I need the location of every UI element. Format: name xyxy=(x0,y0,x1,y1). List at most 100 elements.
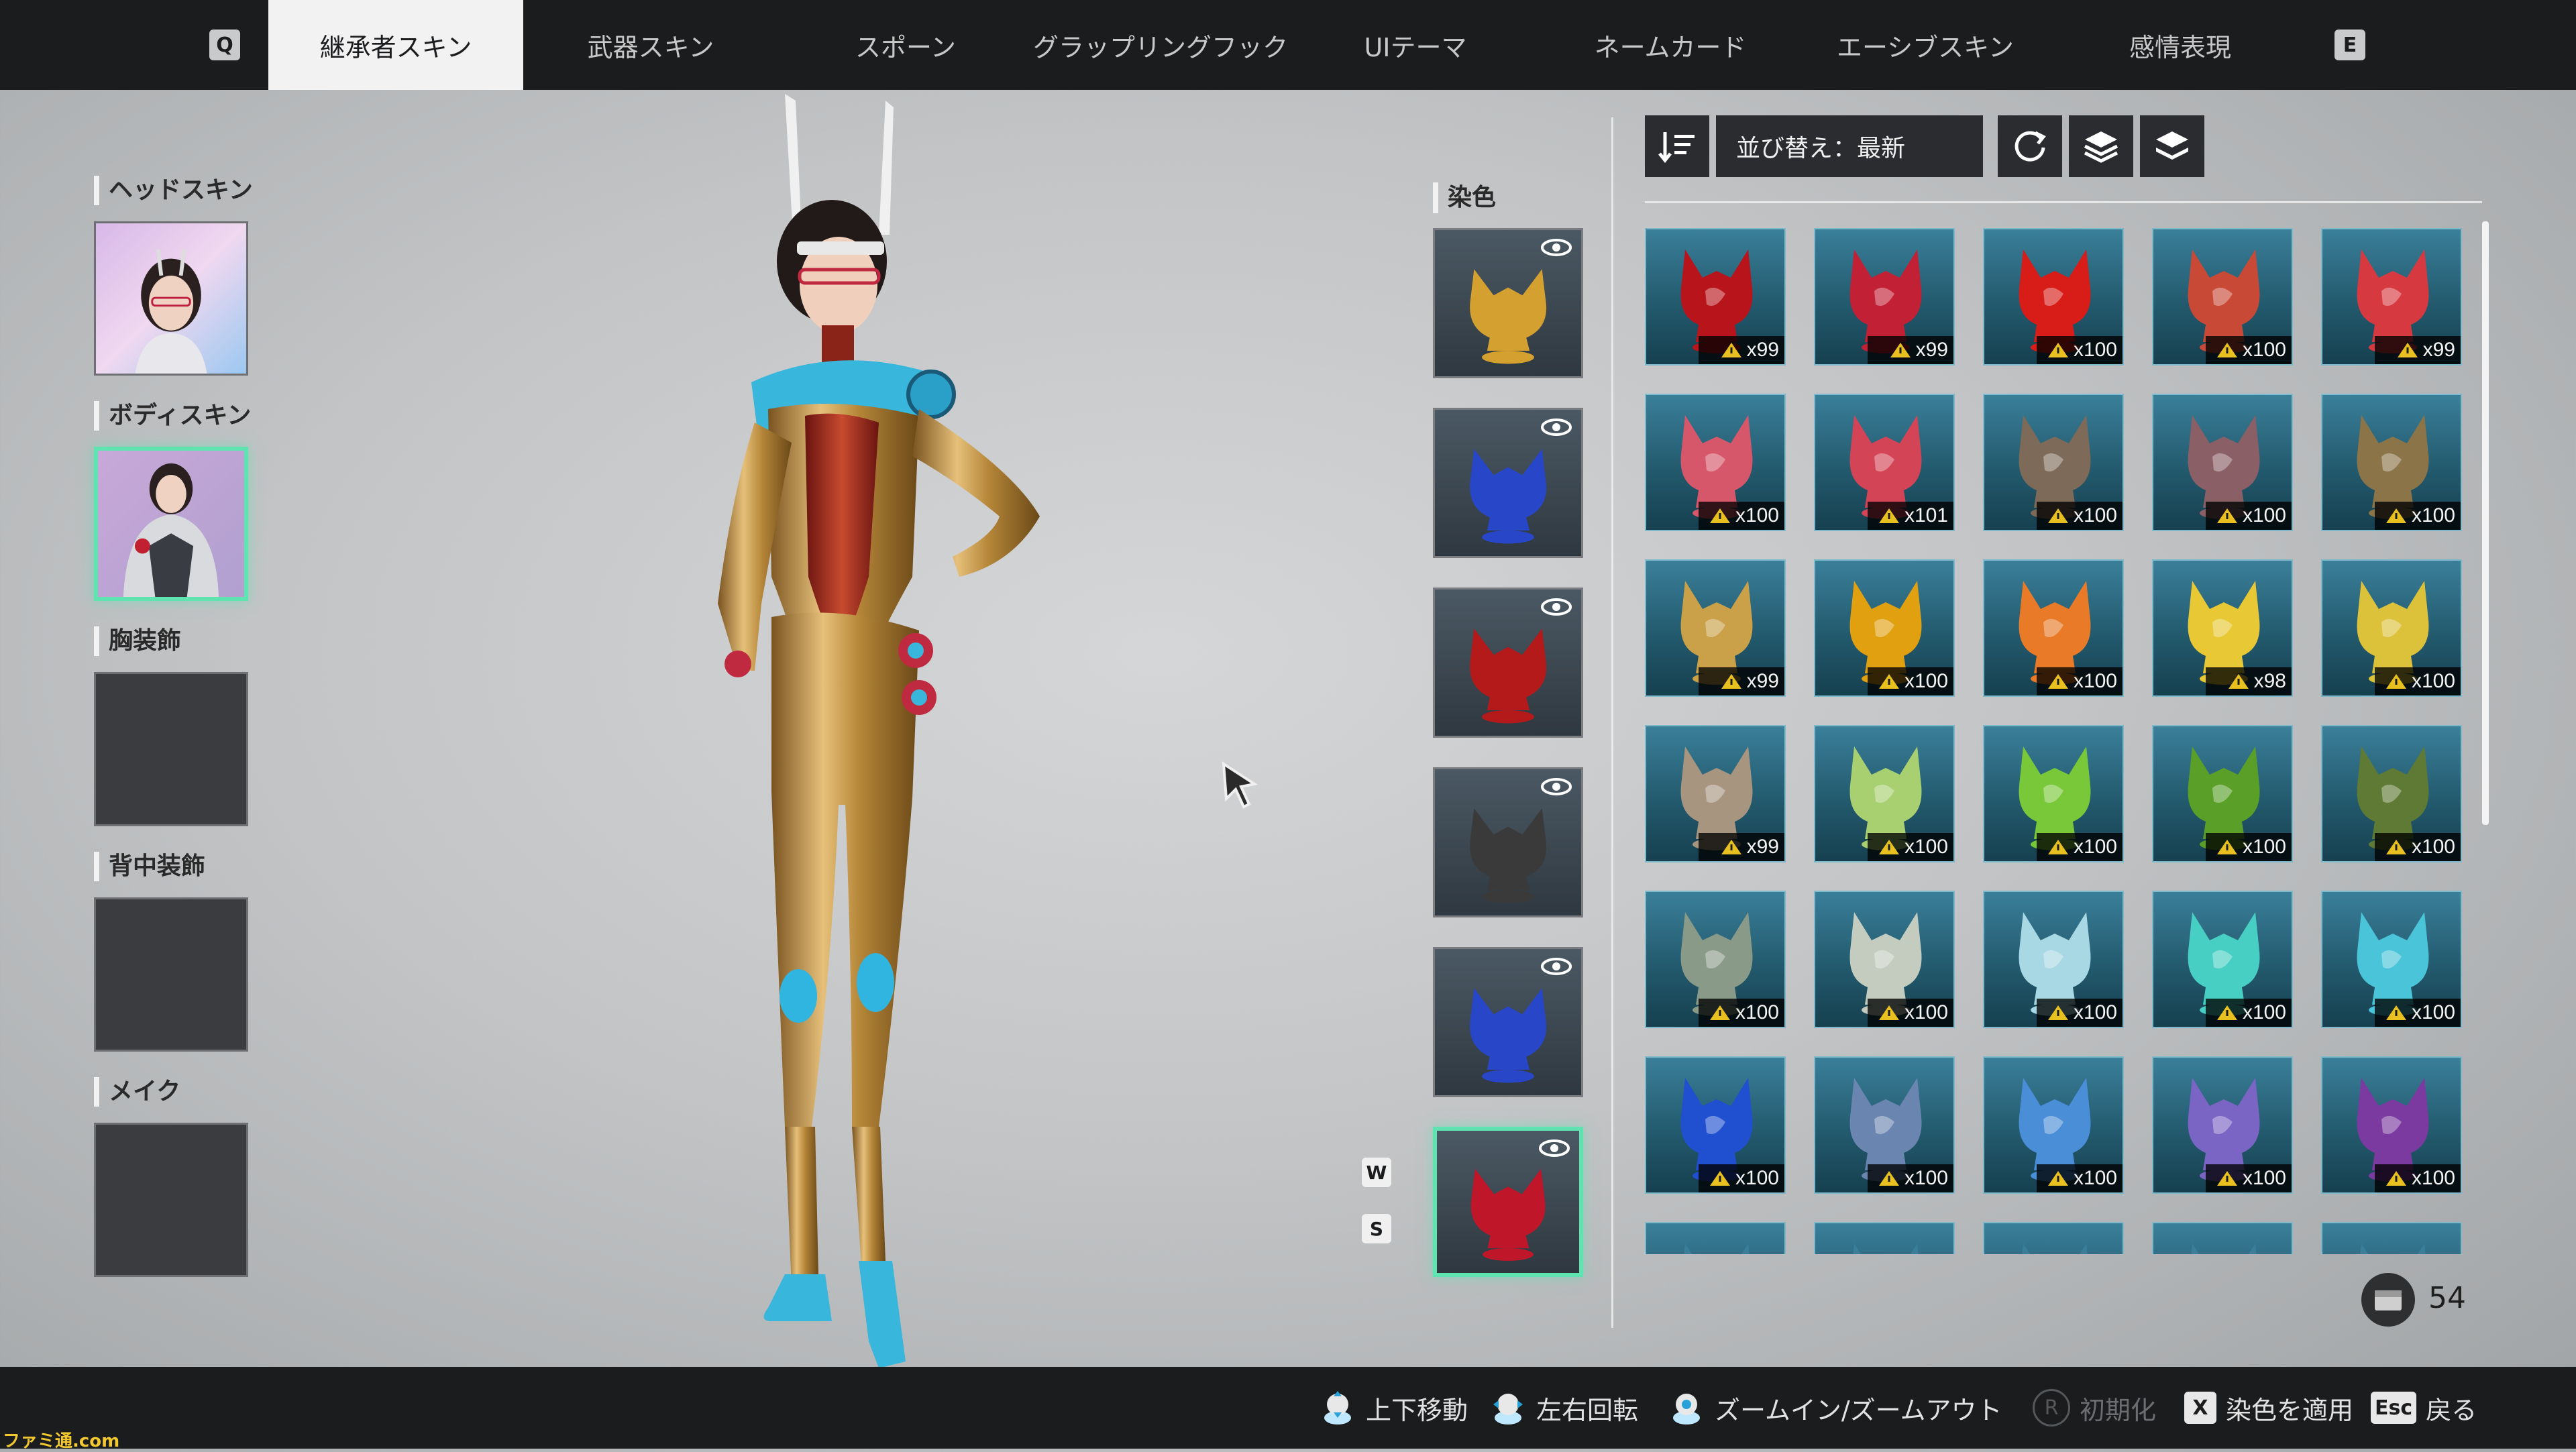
dye-item-cell[interactable]: x100 xyxy=(1814,1056,1955,1194)
sort-dropdown[interactable]: 並び替え：最新 xyxy=(1716,115,1983,177)
dye-item-cell[interactable]: x100 xyxy=(1983,394,2124,531)
dye-slot-2[interactable] xyxy=(1433,408,1583,558)
dye-item-cell[interactable] xyxy=(1983,1222,2124,1254)
dye-item-cell[interactable]: x100 xyxy=(2321,1056,2462,1194)
dye-item-cell[interactable]: x100 xyxy=(1983,1056,2124,1194)
hanger-icon xyxy=(2047,840,2068,854)
dye-item-cell[interactable]: x100 xyxy=(2152,891,2293,1028)
hanger-icon xyxy=(2385,508,2406,523)
hanger-icon xyxy=(2216,1171,2237,1186)
prev-tab-key[interactable]: Q xyxy=(209,30,240,60)
dye-slot-6[interactable] xyxy=(1433,1127,1583,1277)
tab-spawn[interactable]: スポーン xyxy=(812,0,1000,90)
hanger-icon xyxy=(2385,674,2406,689)
slot-makeup[interactable] xyxy=(94,1123,248,1277)
tab-ui-theme[interactable]: UIテーマ xyxy=(1328,0,1503,90)
tab-grappling-hook[interactable]: グラップリングフック xyxy=(1026,0,1295,90)
dye-item-cell[interactable]: x100 xyxy=(2152,394,2293,531)
dye-item-cell[interactable]: x100 xyxy=(2321,394,2462,531)
stick-horizontal-icon xyxy=(1493,1394,1523,1425)
dye-bust-icon xyxy=(2022,1243,2088,1254)
dye-item-cell[interactable]: x100 xyxy=(2152,228,2293,366)
dye-item-cell[interactable]: x100 xyxy=(1983,725,2124,862)
dye-item-cell[interactable]: x100 xyxy=(1814,891,1955,1028)
nav-up-key[interactable]: W xyxy=(1362,1158,1391,1187)
dye-item-cell[interactable] xyxy=(2321,1222,2462,1254)
eye-icon[interactable] xyxy=(1541,238,1572,257)
hint-label: 戻る xyxy=(2426,1395,2477,1425)
layers-button[interactable] xyxy=(2069,115,2133,177)
character-model[interactable] xyxy=(637,94,1134,1382)
dye-slot-5[interactable] xyxy=(1433,947,1583,1097)
hanger-icon xyxy=(1709,508,1730,523)
dye-item-cell[interactable] xyxy=(1645,1222,1786,1254)
dye-item-cell[interactable] xyxy=(1814,1222,1955,1254)
slot-body-skin[interactable] xyxy=(94,447,248,601)
dye-slot-4[interactable] xyxy=(1433,767,1583,917)
dye-quantity: x100 xyxy=(1904,670,1948,692)
dye-slot-3[interactable] xyxy=(1433,588,1583,738)
eye-icon[interactable] xyxy=(1539,1139,1570,1158)
dye-item-cell[interactable]: x100 xyxy=(2321,559,2462,697)
dye-item-cell[interactable]: x99 xyxy=(1814,228,1955,366)
hint-back[interactable]: Esc 戻る xyxy=(2371,1367,2477,1449)
apply-key: X xyxy=(2184,1392,2216,1424)
slot-back-accessory[interactable] xyxy=(94,897,248,1052)
slot-chest-accessory[interactable] xyxy=(94,672,248,826)
dye-item-cell[interactable]: x100 xyxy=(1814,725,1955,862)
hint-reset[interactable]: R 初期化 xyxy=(2033,1367,2156,1449)
tab-emotes[interactable]: 感情表現 xyxy=(2093,0,2267,90)
dye-quantity-badge: x100 xyxy=(2206,833,2292,861)
dye-quantity-badge: x100 xyxy=(1699,1164,1784,1192)
dye-item-cell[interactable] xyxy=(2152,1222,2293,1254)
dye-quantity-badge: x100 xyxy=(2375,1164,2461,1192)
eye-icon[interactable] xyxy=(1541,598,1572,616)
dye-item-cell[interactable]: x100 xyxy=(1645,1056,1786,1194)
sort-order-button[interactable] xyxy=(1645,115,1709,177)
dye-item-cell[interactable]: x100 xyxy=(1645,394,1786,531)
hint-move-vertical: 上下移動 xyxy=(1320,1367,1468,1449)
eye-icon[interactable] xyxy=(1541,777,1572,796)
next-tab-key[interactable]: E xyxy=(2334,30,2365,60)
dye-item-cell[interactable]: x100 xyxy=(1983,559,2124,697)
hanger-icon xyxy=(1721,674,1741,689)
dye-item-cell[interactable]: x100 xyxy=(1645,891,1786,1028)
dye-item-cell[interactable]: x100 xyxy=(2152,1056,2293,1194)
hanger-icon xyxy=(2385,1171,2406,1186)
dye-quantity: x100 xyxy=(2242,339,2286,361)
dye-quantity: x100 xyxy=(2073,1001,2117,1023)
hanger-icon xyxy=(2216,508,2237,523)
layers-alt-button[interactable] xyxy=(2140,115,2204,177)
tab-heir-skin[interactable]: 継承者スキン xyxy=(268,0,523,90)
top-tab-bar: Q 継承者スキン 武器スキン スポーン グラップリングフック UIテーマ ネーム… xyxy=(0,0,2576,90)
refresh-button[interactable] xyxy=(1998,115,2062,177)
dye-item-cell[interactable]: x99 xyxy=(2321,228,2462,366)
tab-ace-skin[interactable]: エーシブスキン xyxy=(1825,0,2026,90)
dye-item-cell[interactable]: x99 xyxy=(1645,725,1786,862)
dye-quantity-badge: x100 xyxy=(2037,502,2123,530)
dye-item-cell[interactable]: x99 xyxy=(1645,228,1786,366)
slot-head-skin[interactable] xyxy=(94,221,248,376)
hint-apply-dye[interactable]: X 染色を適用 xyxy=(2184,1367,2353,1449)
dye-slot-1[interactable] xyxy=(1433,228,1583,378)
dye-item-cell[interactable]: x100 xyxy=(2321,725,2462,862)
dye-item-cell[interactable]: x100 xyxy=(2152,725,2293,862)
dye-item-cell[interactable]: x100 xyxy=(1983,228,2124,366)
dye-item-cell[interactable]: x100 xyxy=(1983,891,2124,1028)
refresh-icon xyxy=(2015,131,2046,162)
eye-icon[interactable] xyxy=(1541,957,1572,976)
grid-scrollbar[interactable] xyxy=(2482,221,2489,825)
hanger-icon xyxy=(1890,343,1911,357)
dye-item-cell[interactable]: x101 xyxy=(1814,394,1955,531)
hanger-icon xyxy=(2385,840,2406,854)
dye-item-cell[interactable]: x100 xyxy=(1814,559,1955,697)
tab-weapon-skin[interactable]: 武器スキン xyxy=(557,0,745,90)
dye-quantity: x100 xyxy=(2073,1167,2117,1189)
dye-item-cell[interactable]: x100 xyxy=(2321,891,2462,1028)
nav-down-key[interactable]: S xyxy=(1362,1214,1391,1243)
dye-item-cell[interactable]: x98 xyxy=(2152,559,2293,697)
eye-icon[interactable] xyxy=(1541,418,1572,437)
dye-item-cell[interactable]: x99 xyxy=(1645,559,1786,697)
tab-name-card[interactable]: ネームカード xyxy=(1570,0,1771,90)
hint-label: 上下移動 xyxy=(1366,1395,1468,1425)
